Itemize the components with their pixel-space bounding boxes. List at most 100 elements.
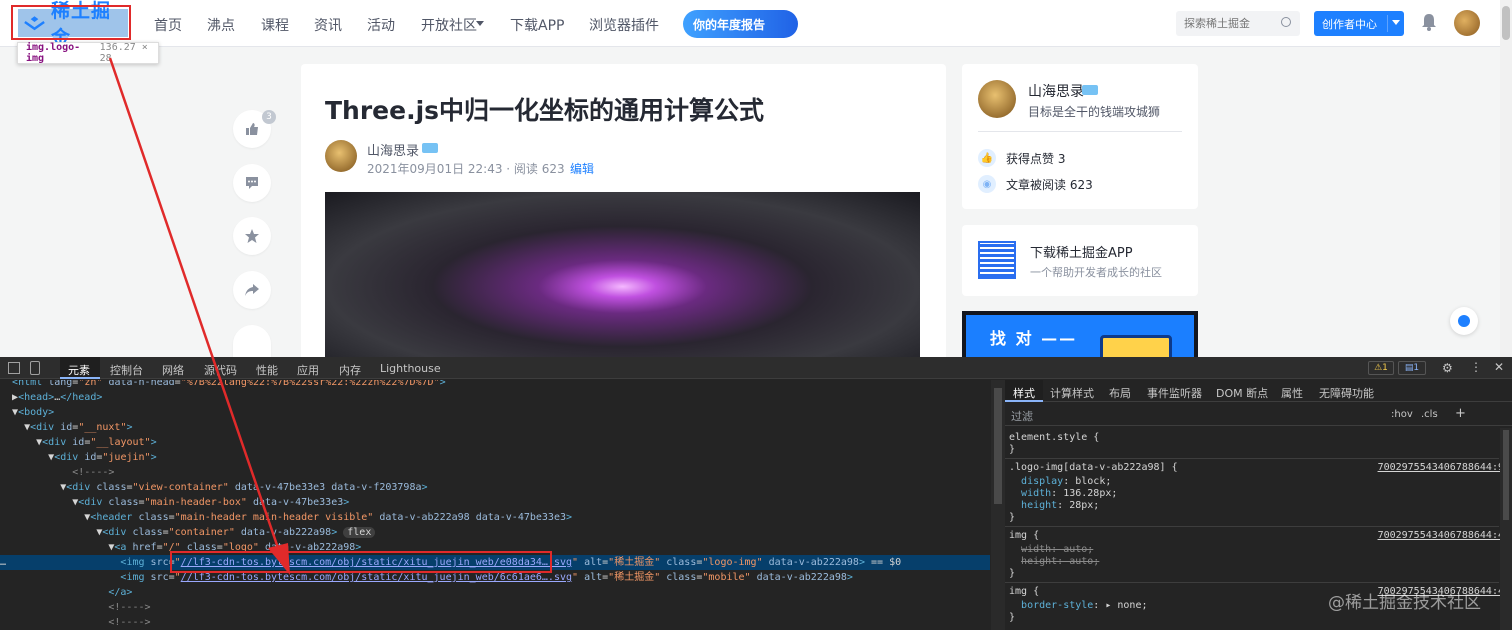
author-avatar[interactable] bbox=[325, 140, 357, 172]
source-link[interactable]: 7002975543406788644:4 bbox=[1378, 530, 1504, 541]
element-style-rule[interactable]: element.style { bbox=[1009, 432, 1099, 444]
nav-courses[interactable]: 课程 bbox=[261, 15, 289, 35]
styles-filter-bar[interactable]: 过滤 :hov .cls + bbox=[1005, 404, 1512, 426]
creator-divider bbox=[1387, 15, 1388, 32]
rule-divider bbox=[1005, 526, 1499, 527]
user-avatar[interactable] bbox=[1454, 10, 1480, 36]
sidebar-author-name[interactable]: 山海思录 bbox=[1028, 81, 1084, 101]
tooltip-size: 136.27 × 28 bbox=[99, 42, 148, 64]
filter-input[interactable]: 过滤 bbox=[1011, 408, 1033, 424]
dom-line[interactable]: ▼<header class="main-header main-header … bbox=[0, 510, 990, 525]
nav-events[interactable]: 活动 bbox=[367, 15, 395, 35]
cls-toggle[interactable]: .cls bbox=[1421, 409, 1438, 420]
dom-line[interactable]: ▼<div id="juejin"> bbox=[0, 450, 990, 465]
inspect-element-icon[interactable] bbox=[8, 362, 20, 374]
ad-text: 找 对 —— bbox=[990, 329, 1078, 348]
tab-dom-breakpoints[interactable]: DOM 断点 bbox=[1216, 385, 1268, 401]
dom-line[interactable]: ▼<div id="__layout"> bbox=[0, 435, 990, 450]
img-rule[interactable]: img { bbox=[1009, 586, 1039, 598]
dom-line[interactable]: ▼<div class="container" data-v-ab222a98>… bbox=[0, 525, 990, 540]
tab-application[interactable]: 应用 bbox=[297, 362, 319, 378]
warning-count-badge[interactable]: ⚠1 bbox=[1368, 361, 1394, 375]
page-scrollbar[interactable] bbox=[1500, 0, 1512, 357]
elements-scroll-thumb[interactable] bbox=[994, 388, 1002, 504]
tab-lighthouse[interactable]: Lighthouse bbox=[380, 362, 441, 375]
nav-pins[interactable]: 沸点 bbox=[207, 15, 235, 35]
tab-elements[interactable]: 元素 bbox=[68, 362, 90, 378]
likes-stat-text: 获得点赞 3 bbox=[1006, 151, 1066, 166]
sidebar-author-desc: 目标是全干的钱端攻城狮 bbox=[1028, 105, 1161, 119]
creator-center-button[interactable]: 创作者中心 bbox=[1314, 11, 1404, 36]
page-scroll-thumb[interactable] bbox=[1502, 6, 1510, 40]
css-declaration-overridden[interactable]: width: auto; bbox=[1009, 544, 1093, 556]
article-title: Three.js中归一化坐标的通用计算公式 bbox=[325, 96, 765, 125]
tab-accessibility[interactable]: 无障碍功能 bbox=[1319, 385, 1374, 401]
creator-dropdown-icon[interactable] bbox=[1392, 20, 1400, 29]
dom-line[interactable]: ▶<head>…</head> bbox=[0, 390, 990, 405]
device-toolbar-icon[interactable] bbox=[30, 361, 40, 375]
favorite-button[interactable] bbox=[233, 217, 271, 255]
notification-bell-icon[interactable] bbox=[1421, 13, 1437, 31]
edit-link[interactable]: 编辑 bbox=[570, 160, 594, 177]
css-declaration[interactable]: height: 28px; bbox=[1009, 500, 1099, 512]
dom-line[interactable]: ▼<div class="main-header-box" data-v-47b… bbox=[0, 495, 990, 510]
dom-line[interactable]: <!----> bbox=[0, 600, 990, 615]
more-action-button[interactable] bbox=[233, 325, 271, 357]
watermark: @稀土掘金技术社区 bbox=[1328, 593, 1481, 613]
nav-community[interactable]: 开放社区 bbox=[421, 15, 477, 35]
annual-report-banner[interactable]: 你的年度报告 bbox=[683, 10, 798, 38]
dom-line[interactable]: ▼<div id="__nuxt"> bbox=[0, 420, 990, 435]
nav-home[interactable]: 首页 bbox=[154, 15, 182, 35]
close-icon[interactable]: ✕ bbox=[1494, 360, 1504, 374]
ad-banner[interactable]: 找 对 —— bbox=[962, 311, 1198, 357]
tab-layout[interactable]: 布局 bbox=[1109, 385, 1131, 401]
css-declaration[interactable]: width: 136.28px; bbox=[1009, 488, 1117, 500]
elements-tree[interactable]: <html lang="zh" data-n-head="%7B%22lang%… bbox=[0, 380, 990, 630]
author-info-card: 山海思录 目标是全干的钱端攻城狮 👍 获得点赞 3 ◉ 文章被阅读 623 bbox=[962, 64, 1198, 209]
settings-gear-icon[interactable]: ⚙ bbox=[1442, 361, 1453, 375]
search-icon[interactable] bbox=[1281, 17, 1291, 27]
tab-sources[interactable]: 源代码 bbox=[204, 362, 237, 378]
comment-button[interactable] bbox=[233, 164, 271, 202]
tab-network[interactable]: 网络 bbox=[162, 362, 184, 378]
message-count-badge[interactable]: ▤1 bbox=[1398, 361, 1426, 375]
nav-news[interactable]: 资讯 bbox=[314, 15, 342, 35]
css-declaration[interactable]: border-style: ▸ none; bbox=[1009, 600, 1147, 612]
tab-event-listeners[interactable]: 事件监听器 bbox=[1147, 385, 1202, 401]
tab-performance[interactable]: 性能 bbox=[256, 362, 278, 378]
styles-scroll-thumb[interactable] bbox=[1503, 430, 1509, 520]
css-declaration[interactable]: display: block; bbox=[1009, 476, 1111, 488]
nav-download-app[interactable]: 下载APP bbox=[510, 15, 564, 35]
nav-extension[interactable]: 浏览器插件 bbox=[589, 15, 659, 35]
logo-img-rule[interactable]: .logo-img[data-v-ab222a98] { bbox=[1009, 462, 1178, 474]
tab-properties[interactable]: 属性 bbox=[1281, 385, 1303, 401]
new-rule-icon[interactable]: + bbox=[1455, 406, 1466, 421]
img-rule[interactable]: img { bbox=[1009, 530, 1039, 542]
dom-line[interactable]: ▼<body> bbox=[0, 405, 990, 420]
share-button[interactable] bbox=[233, 271, 271, 309]
dom-line[interactable]: </a> bbox=[0, 585, 990, 600]
article-card: Three.js中归一化坐标的通用计算公式 山海思录 2021年09月01日 2… bbox=[301, 64, 946, 364]
source-link[interactable]: 7002975543406788644:9 bbox=[1378, 462, 1504, 473]
dom-line[interactable]: <html lang="zh" data-n-head="%7B%22lang%… bbox=[0, 380, 990, 390]
comment-icon bbox=[246, 177, 258, 189]
author-name[interactable]: 山海思录 bbox=[367, 140, 419, 159]
divider bbox=[978, 131, 1182, 132]
dom-line[interactable]: ▼<div class="view-container" data-v-47be… bbox=[0, 480, 990, 495]
annual-report-text: 你的年度报告 bbox=[693, 17, 766, 32]
styles-scrollbar[interactable] bbox=[1500, 428, 1512, 630]
more-options-icon[interactable]: ⋮ bbox=[1470, 360, 1482, 374]
floating-chat-button[interactable] bbox=[1450, 307, 1478, 335]
hov-toggle[interactable]: :hov bbox=[1391, 409, 1413, 420]
elements-scrollbar[interactable] bbox=[991, 380, 1005, 630]
dom-line[interactable]: <!----> bbox=[0, 615, 990, 630]
tab-memory[interactable]: 内存 bbox=[339, 362, 361, 378]
sidebar-author-avatar[interactable] bbox=[978, 80, 1016, 118]
tab-styles[interactable]: 样式 bbox=[1013, 385, 1035, 401]
download-app-card[interactable]: 下载稀土掘金APP 一个帮助开发者成长的社区 bbox=[962, 225, 1198, 296]
rule-close: } bbox=[1009, 612, 1016, 623]
tab-computed[interactable]: 计算样式 bbox=[1050, 385, 1094, 401]
css-declaration-overridden[interactable]: height: auto; bbox=[1009, 556, 1099, 568]
tab-console[interactable]: 控制台 bbox=[110, 362, 143, 378]
dom-line[interactable]: <!----> bbox=[0, 465, 990, 480]
